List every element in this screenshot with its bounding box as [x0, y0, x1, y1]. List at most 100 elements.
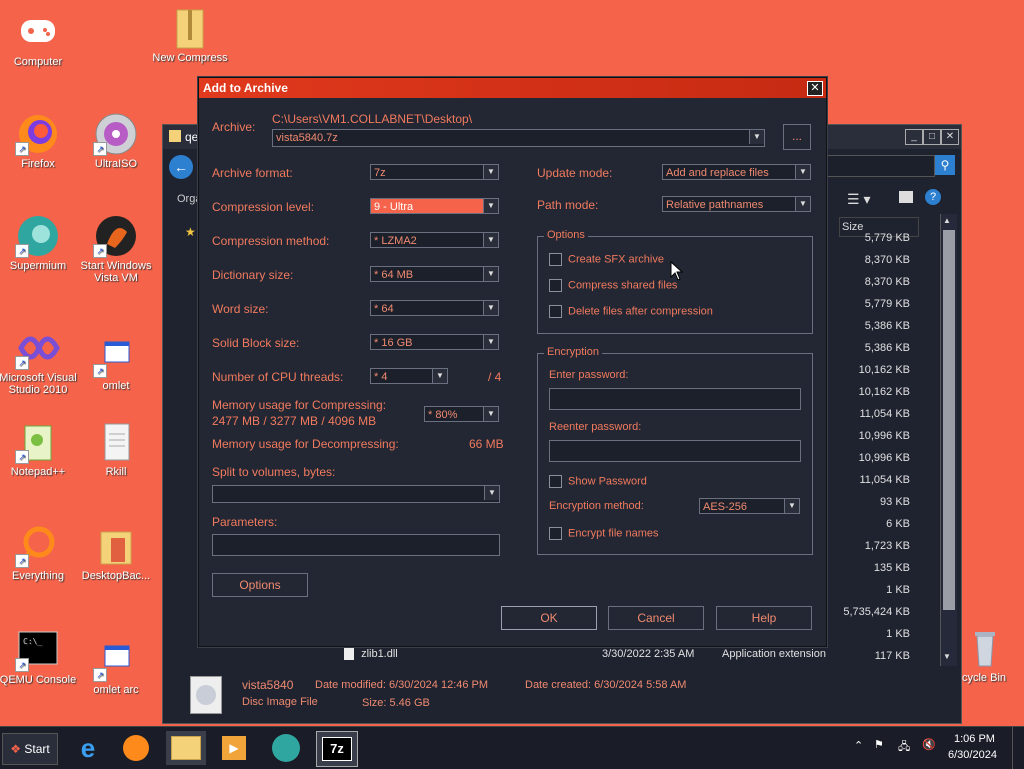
show-desktop-button[interactable]	[1012, 727, 1023, 769]
view-options-icon[interactable]: ☰ ▾	[847, 191, 870, 208]
encryption-method-select[interactable]: AES-256 ▼	[699, 498, 800, 514]
chevron-down-icon[interactable]: ▼	[483, 267, 498, 281]
show-hidden-icons[interactable]: ⌃	[854, 739, 863, 752]
desktop-icon-omlet[interactable]: ↗ omlet	[76, 334, 156, 392]
details-modified: Date modified: 6/30/2024 12:46 PM	[315, 679, 489, 691]
archive-name-combo[interactable]: vista5840.7z ▼	[272, 129, 765, 147]
desktop-icon-desktopbackup[interactable]: DesktopBac...	[76, 524, 156, 582]
checkbox[interactable]	[549, 279, 562, 292]
back-button[interactable]: ←	[169, 155, 193, 179]
path-mode-select[interactable]: Relative pathnames ▼	[662, 196, 811, 212]
update-mode-select[interactable]: Add and replace files ▼	[662, 164, 811, 180]
options-button[interactable]: Options	[212, 573, 308, 597]
search-icon[interactable]: ⚲	[935, 155, 955, 175]
parameters-input[interactable]	[212, 534, 500, 556]
checkbox[interactable]	[549, 253, 562, 266]
desktop-icon-visual-studio[interactable]: ↗ Microsoft Visual Studio 2010	[0, 326, 78, 396]
clock-time[interactable]: 1:06 PM	[954, 733, 995, 745]
chevron-down-icon[interactable]: ▼	[795, 165, 810, 179]
taskbar-media-player[interactable]: ▶	[214, 731, 254, 765]
chevron-down-icon[interactable]: ▼	[432, 369, 447, 383]
chevron-down-icon[interactable]: ▼	[484, 486, 499, 500]
desktop-icon-rkill[interactable]: Rkill	[76, 420, 156, 478]
minimize-button[interactable]: _	[905, 129, 923, 145]
chevron-down-icon[interactable]: ▼	[483, 335, 498, 349]
maximize-button[interactable]: □	[923, 129, 941, 145]
shortcut-arrow-icon: ↗	[93, 244, 107, 258]
scroll-up-arrow[interactable]: ▲	[943, 216, 951, 225]
desktop-icon-firefox[interactable]: ↗ Firefox	[0, 112, 78, 170]
desktop-icon-computer[interactable]: Computer	[0, 10, 78, 68]
taskbar-explorer[interactable]	[166, 731, 206, 765]
browse-button[interactable]: ...	[783, 124, 811, 150]
file-size-cell: 5,779 KB	[864, 298, 910, 310]
desktop-icon-everything[interactable]: ↗ Everything	[0, 524, 78, 582]
help-button[interactable]: Help	[716, 606, 812, 630]
taskbar-supermium[interactable]	[266, 731, 306, 765]
compression-method-select[interactable]: * LZMA2 ▼	[370, 232, 499, 248]
password-input[interactable]	[549, 388, 801, 410]
archive-format-select[interactable]: 7z ▼	[370, 164, 499, 180]
desktop-icon-omlet-arc[interactable]: ↗ omlet arc	[76, 638, 156, 696]
cpu-threads-select[interactable]: * 4 ▼	[370, 368, 448, 384]
search-box[interactable]	[827, 155, 935, 177]
delete-after-checkbox[interactable]: Delete files after compression	[549, 305, 713, 318]
checkbox[interactable]	[549, 527, 562, 540]
help-icon[interactable]: ?	[925, 189, 941, 205]
volume-muted-icon[interactable]: 🔇	[922, 738, 936, 751]
preview-pane-icon[interactable]	[899, 191, 913, 203]
close-icon[interactable]: ✕	[807, 81, 823, 96]
scroll-down-arrow[interactable]: ▼	[943, 652, 951, 661]
compression-level-select[interactable]: 9 - Ultra ▼	[370, 198, 499, 214]
update-mode-label: Update mode:	[537, 166, 613, 180]
details-size: Size: 5.46 GB	[362, 697, 430, 709]
file-size-cell: 10,996 KB	[858, 452, 910, 464]
cancel-button[interactable]: Cancel	[608, 606, 704, 630]
network-icon[interactable]: 🖧	[898, 738, 910, 757]
desktop-icon-ultraiso[interactable]: ↗ UltraISO	[76, 112, 156, 170]
close-button[interactable]: ✕	[941, 129, 959, 145]
solid-block-size-select[interactable]: * 16 GB ▼	[370, 334, 499, 350]
nav-favorites-icon[interactable]: ★	[185, 225, 196, 239]
chevron-down-icon[interactable]: ▼	[483, 199, 498, 213]
file-size-cell: 8,370 KB	[864, 276, 910, 288]
desktop-icon-notepadpp[interactable]: ↗ Notepad++	[0, 420, 78, 478]
chevron-down-icon[interactable]: ▼	[483, 165, 498, 179]
chevron-down-icon[interactable]: ▼	[784, 499, 799, 513]
taskbar-firefox[interactable]	[116, 731, 156, 765]
desktop-icon-label: Rkill	[105, 466, 127, 478]
split-volumes-combo[interactable]: ▼	[212, 485, 500, 503]
taskbar-7zip[interactable]: 7z	[316, 731, 358, 767]
desktop-icon-start-vista-vm[interactable]: ↗ Start Windows Vista VM	[76, 214, 156, 284]
checkbox[interactable]	[549, 305, 562, 318]
word-size-select[interactable]: * 64 ▼	[370, 300, 499, 316]
start-button[interactable]: ❖ Start	[2, 733, 58, 765]
explorer-title: qe	[185, 130, 199, 144]
explorer-scrollbar[interactable]: ▲ ▼	[940, 214, 957, 666]
chevron-down-icon[interactable]: ▼	[483, 407, 498, 421]
scroll-thumb[interactable]	[943, 230, 955, 610]
desktop-icon-supermium[interactable]: ↗ Supermium	[0, 214, 78, 272]
file-row[interactable]: zlib1.dll 3/30/2022 2:35 AM Application …	[344, 648, 834, 664]
windows-logo-icon: ❖	[10, 742, 22, 756]
flag-icon[interactable]: ⚑	[874, 738, 884, 751]
compress-shared-checkbox[interactable]: Compress shared files	[549, 279, 677, 292]
memory-percent-select[interactable]: * 80% ▼	[424, 406, 499, 422]
show-password-checkbox[interactable]: Show Password	[549, 475, 647, 488]
desktop-icon-label: New Compress	[152, 52, 228, 64]
dictionary-size-select[interactable]: * 64 MB ▼	[370, 266, 499, 282]
create-sfx-checkbox[interactable]: Create SFX archive	[549, 253, 664, 266]
reenter-password-input[interactable]	[549, 440, 801, 462]
checkbox[interactable]	[549, 475, 562, 488]
chevron-down-icon[interactable]: ▼	[483, 301, 498, 315]
chevron-down-icon[interactable]: ▼	[483, 233, 498, 247]
add-to-archive-dialog[interactable]: Add to Archive ✕ Archive: C:\Users\VM1.C…	[198, 77, 827, 647]
taskbar-ie[interactable]: e	[68, 731, 108, 765]
clock-date[interactable]: 6/30/2024	[948, 749, 997, 761]
chevron-down-icon[interactable]: ▼	[795, 197, 810, 211]
chevron-down-icon[interactable]: ▼	[749, 130, 764, 144]
ok-button[interactable]: OK	[501, 606, 597, 630]
encrypt-names-checkbox[interactable]: Encrypt file names	[549, 527, 658, 540]
desktop-icon-new-compress[interactable]: New Compress	[150, 6, 230, 64]
desktop-icon-qemu-console[interactable]: C:\_ ↗ QEMU Console	[0, 628, 78, 686]
